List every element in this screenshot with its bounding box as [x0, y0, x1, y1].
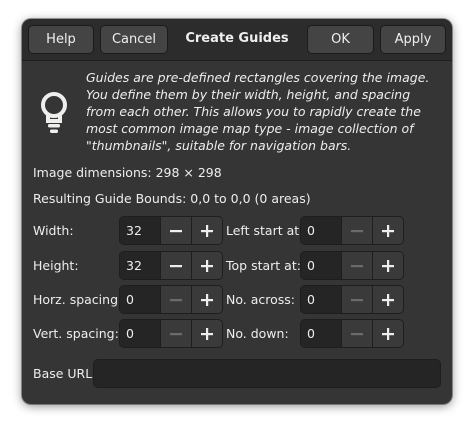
left-start-decrement-button[interactable] — [341, 217, 372, 244]
width-input[interactable]: 32 — [120, 217, 160, 244]
minus-icon — [170, 298, 182, 301]
no-across-label: No. across: — [226, 292, 296, 307]
plus-icon — [201, 224, 213, 237]
horz-spacing-label: Horz. spacing: — [33, 292, 123, 307]
no-across-increment-button[interactable] — [372, 286, 403, 313]
no-down-increment-button[interactable] — [372, 320, 403, 347]
ok-button[interactable]: OK — [307, 25, 374, 54]
height-spinbutton: 32 — [119, 251, 223, 280]
no-down-input[interactable]: 0 — [301, 320, 341, 347]
plus-icon — [201, 259, 213, 272]
no-across-input[interactable]: 0 — [301, 286, 341, 313]
vert-spacing-decrement-button[interactable] — [160, 320, 191, 347]
top-start-label: Top start at: — [226, 258, 301, 273]
width-label: Width: — [33, 223, 74, 238]
no-down-decrement-button[interactable] — [341, 320, 372, 347]
height-increment-button[interactable] — [191, 252, 222, 279]
plus-icon — [382, 327, 394, 340]
height-input[interactable]: 32 — [120, 252, 160, 279]
minus-icon — [351, 298, 363, 301]
horz-spacing-increment-button[interactable] — [191, 286, 222, 313]
horz-spacing-decrement-button[interactable] — [160, 286, 191, 313]
guide-bounds-label: Resulting Guide Bounds: 0,0 to 0,0 (0 ar… — [33, 191, 311, 206]
no-across-spinbutton: 0 — [300, 285, 404, 314]
height-label: Height: — [33, 258, 79, 273]
plus-icon — [382, 293, 394, 306]
plus-icon — [201, 327, 213, 340]
top-start-decrement-button[interactable] — [341, 252, 372, 279]
vert-spacing-input[interactable]: 0 — [120, 320, 160, 347]
left-start-label: Left start at: — [226, 223, 304, 238]
dialog-title: Create Guides — [185, 31, 289, 46]
width-increment-button[interactable] — [191, 217, 222, 244]
left-start-spinbutton: 0 — [300, 216, 404, 245]
top-start-increment-button[interactable] — [372, 252, 403, 279]
plus-icon — [201, 293, 213, 306]
height-decrement-button[interactable] — [160, 252, 191, 279]
base-url-input[interactable] — [93, 359, 441, 388]
minus-icon — [351, 264, 363, 267]
no-down-label: No. down: — [226, 326, 289, 341]
width-spinbutton: 32 — [119, 216, 223, 245]
create-guides-dialog: Help Cancel Create Guides OK Apply Guide… — [22, 19, 452, 404]
image-dimensions-label: Image dimensions: 298 × 298 — [33, 165, 222, 180]
top-start-spinbutton: 0 — [300, 251, 404, 280]
vert-spacing-increment-button[interactable] — [191, 320, 222, 347]
vert-spacing-spinbutton: 0 — [119, 319, 223, 348]
plus-icon — [382, 224, 394, 237]
minus-icon — [170, 264, 182, 267]
left-start-increment-button[interactable] — [372, 217, 403, 244]
minus-icon — [351, 332, 363, 335]
left-start-input[interactable]: 0 — [301, 217, 341, 244]
width-decrement-button[interactable] — [160, 217, 191, 244]
horz-spacing-input[interactable]: 0 — [120, 286, 160, 313]
lightbulb-icon — [37, 91, 71, 137]
plus-icon — [382, 259, 394, 272]
apply-button[interactable]: Apply — [380, 25, 446, 54]
info-description: Guides are pre-defined rectangles coveri… — [86, 70, 430, 153]
base-url-label: Base URL: — [33, 366, 97, 381]
no-down-spinbutton: 0 — [300, 319, 404, 348]
top-start-input[interactable]: 0 — [301, 252, 341, 279]
horz-spacing-spinbutton: 0 — [119, 285, 223, 314]
minus-icon — [170, 332, 182, 335]
vert-spacing-label: Vert. spacing: — [33, 326, 119, 341]
help-button[interactable]: Help — [28, 25, 94, 54]
minus-icon — [351, 229, 363, 232]
no-across-decrement-button[interactable] — [341, 286, 372, 313]
cancel-button[interactable]: Cancel — [100, 25, 168, 54]
minus-icon — [170, 229, 182, 232]
header-bar: Help Cancel Create Guides OK Apply — [22, 19, 452, 61]
